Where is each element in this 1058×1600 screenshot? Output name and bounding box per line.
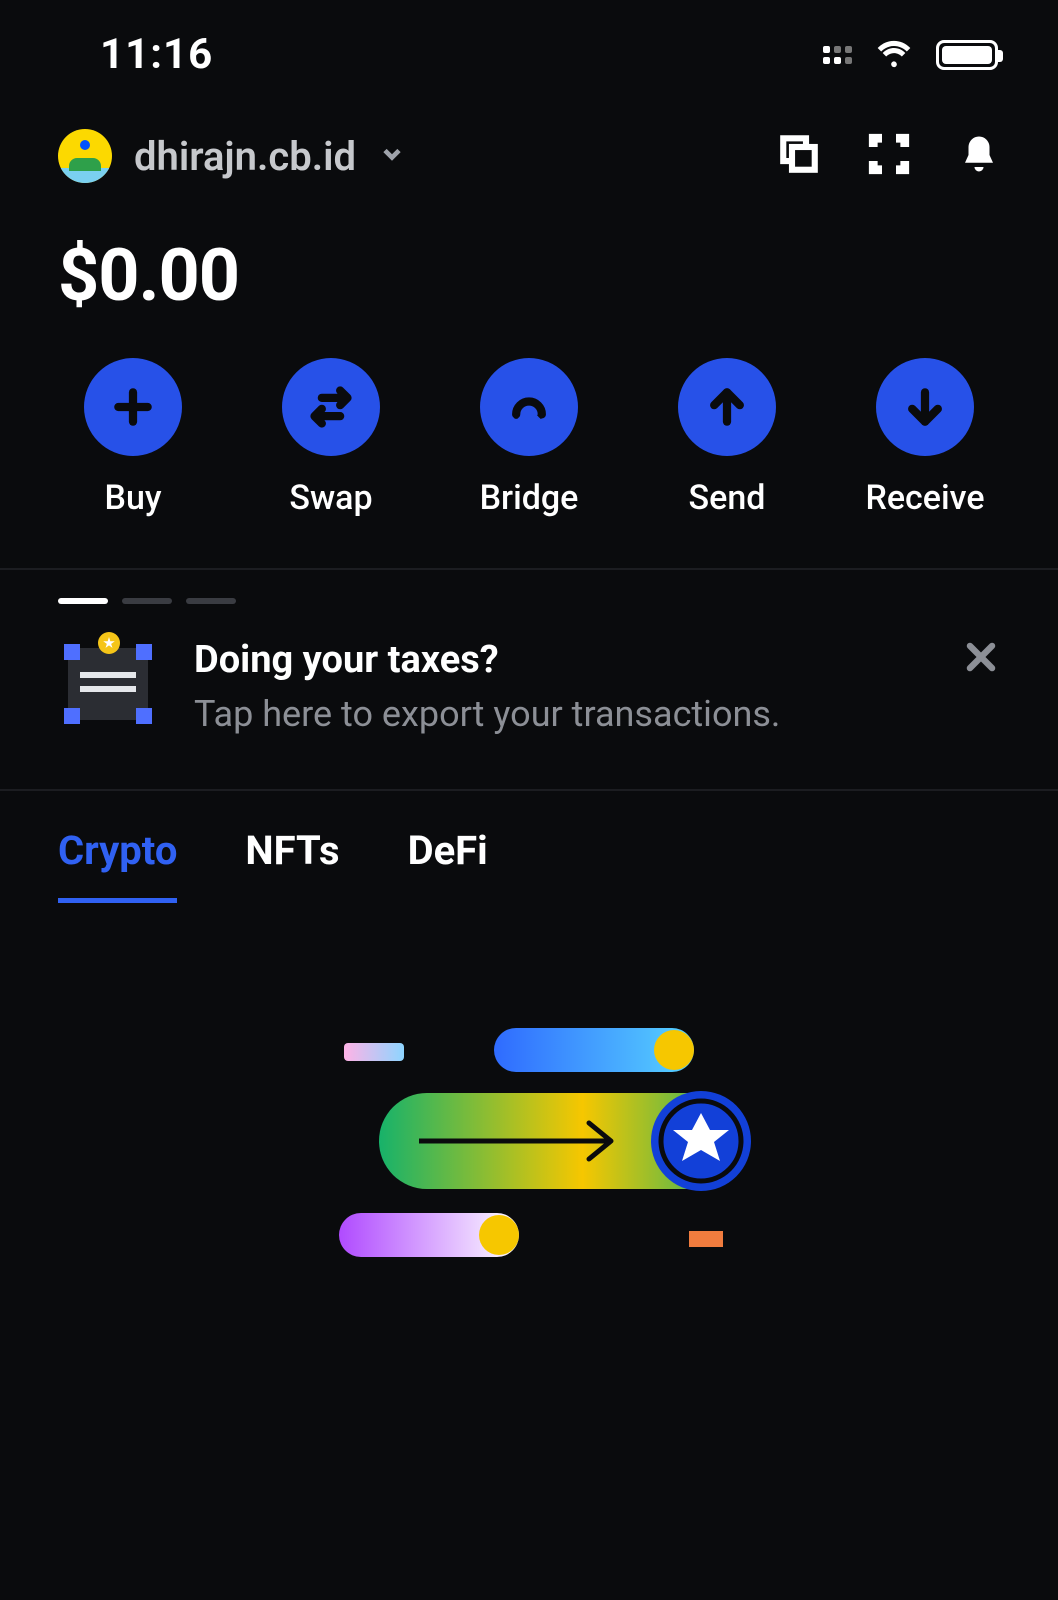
- account-name: dhirajn.cb.id: [134, 133, 356, 180]
- avatar: [58, 129, 112, 183]
- promo-banner-area: Doing your taxes? Tap here to export you…: [0, 570, 1058, 789]
- status-bar: 11:16: [0, 0, 1058, 89]
- bridge-button[interactable]: Bridge: [454, 358, 604, 518]
- swap-icon: [282, 358, 380, 456]
- taxes-banner[interactable]: Doing your taxes? Tap here to export you…: [58, 634, 1000, 739]
- action-label: Send: [689, 478, 766, 518]
- plus-icon: [84, 358, 182, 456]
- action-label: Swap: [289, 478, 372, 518]
- document-icon: [58, 634, 158, 734]
- scan-icon[interactable]: [868, 133, 910, 179]
- status-icons: [823, 38, 998, 72]
- asset-tabs: Crypto NFTs DeFi: [0, 791, 1058, 903]
- chevron-down-icon: [378, 140, 406, 172]
- empty-state-illustration: [0, 903, 1058, 1293]
- action-label: Receive: [865, 478, 984, 518]
- pager-dot: [58, 598, 108, 604]
- action-label: Bridge: [480, 478, 579, 518]
- banner-pager: [58, 598, 1000, 604]
- bridge-icon: [480, 358, 578, 456]
- banner-title: Doing your taxes?: [194, 638, 1000, 682]
- cellular-dots-icon: [823, 46, 852, 64]
- wallet-balance: $0.00: [0, 203, 1058, 358]
- pager-dot: [186, 598, 236, 604]
- battery-icon: [936, 40, 998, 70]
- banner-subtitle: Tap here to export your transactions.: [194, 690, 1000, 739]
- banner-text: Doing your taxes? Tap here to export you…: [194, 634, 1000, 739]
- buy-button[interactable]: Buy: [58, 358, 208, 518]
- app-header: dhirajn.cb.id: [0, 89, 1058, 203]
- status-time: 11:16: [100, 30, 213, 79]
- wifi-icon: [874, 38, 914, 72]
- send-button[interactable]: Send: [652, 358, 802, 518]
- copy-icon[interactable]: [778, 133, 820, 179]
- arrow-up-icon: [678, 358, 776, 456]
- account-selector[interactable]: dhirajn.cb.id: [58, 129, 406, 183]
- action-label: Buy: [104, 478, 161, 518]
- close-icon[interactable]: [962, 638, 1000, 680]
- arrow-down-icon: [876, 358, 974, 456]
- quick-actions: Buy Swap Bridge Send Receive: [0, 358, 1058, 568]
- receive-button[interactable]: Receive: [850, 358, 1000, 518]
- tab-nfts[interactable]: NFTs: [245, 827, 339, 903]
- tab-crypto[interactable]: Crypto: [58, 827, 177, 903]
- header-actions: [778, 133, 1000, 179]
- notifications-icon[interactable]: [958, 133, 1000, 179]
- tab-defi[interactable]: DeFi: [408, 827, 488, 903]
- pager-dot: [122, 598, 172, 604]
- swap-button[interactable]: Swap: [256, 358, 406, 518]
